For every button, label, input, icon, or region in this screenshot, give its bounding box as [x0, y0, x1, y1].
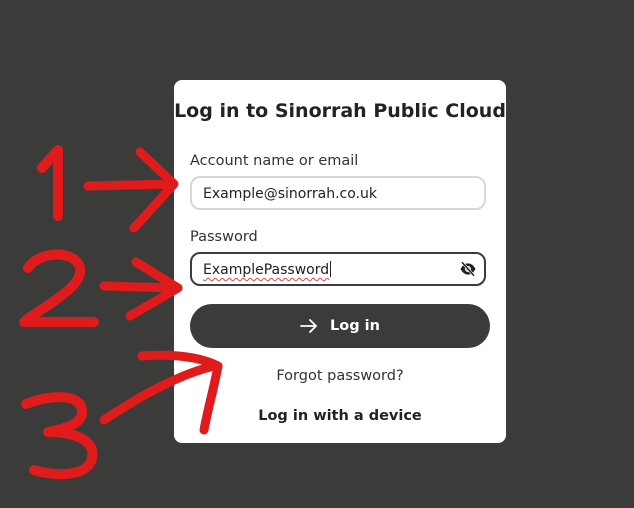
annotation-arrow-1 [83, 179, 177, 191]
annotation-arrow-2 [99, 281, 181, 293]
account-label: Account name or email [190, 153, 359, 169]
login-card: Log in to Sinorrah Public Cloud Account … [174, 80, 506, 443]
account-input[interactable]: Example@sinorrah.co.uk [190, 176, 486, 210]
annotation-arrowhead-2 [125, 257, 183, 321]
login-with-device-link[interactable]: Log in with a device [174, 408, 506, 424]
eye-slash-icon[interactable] [459, 261, 477, 277]
password-text: ExamplePassword [203, 262, 330, 278]
password-label: Password [190, 229, 258, 245]
page-title: Log in to Sinorrah Public Cloud [174, 100, 506, 122]
annotation-number-1 [37, 145, 63, 221]
account-input-value: Example@sinorrah.co.uk [203, 186, 377, 202]
login-button[interactable]: Log in [190, 304, 490, 348]
login-button-label: Log in [330, 318, 380, 334]
forgot-password-link[interactable]: Forgot password? [174, 368, 506, 384]
annotation-number-3 [21, 392, 98, 480]
arrow-right-icon [300, 319, 317, 333]
annotation-arrowhead-1 [129, 147, 179, 233]
annotation-number-2 [19, 249, 99, 327]
login-page: Log in to Sinorrah Public Cloud Account … [0, 0, 634, 508]
password-input-value: ExamplePassword [203, 261, 332, 279]
text-caret [330, 261, 332, 277]
password-input[interactable]: ExamplePassword [190, 252, 486, 286]
